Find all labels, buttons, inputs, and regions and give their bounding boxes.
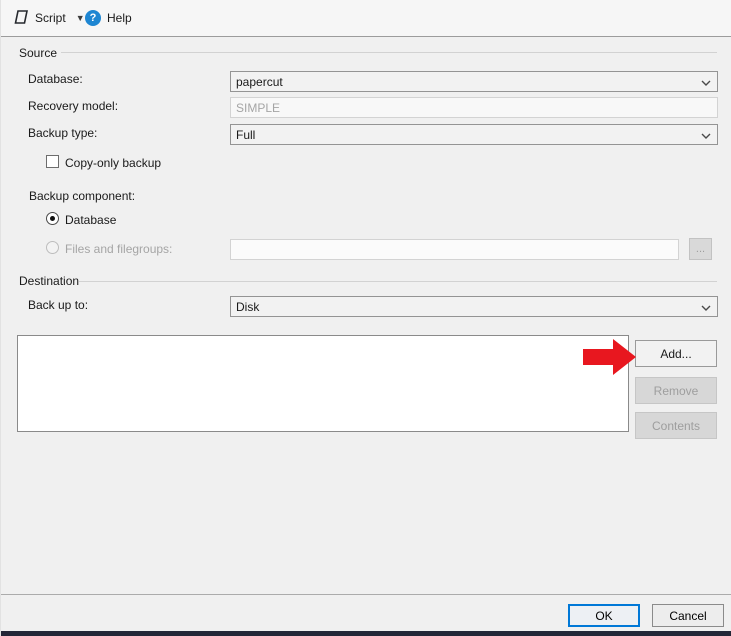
help-button[interactable]: ? Help — [81, 6, 136, 30]
help-icon: ? — [85, 10, 101, 26]
database-label: Database: — [28, 72, 83, 86]
cancel-button[interactable]: Cancel — [652, 604, 724, 627]
database-radio[interactable] — [46, 212, 59, 225]
footer-divider — [1, 594, 731, 595]
back-up-to-label: Back up to: — [28, 298, 89, 312]
backup-database-dialog: Script ▼ ? Help Source Database: papercu… — [0, 0, 731, 636]
recovery-model-value: SIMPLE — [236, 100, 281, 115]
database-combobox[interactable]: papercut — [230, 71, 718, 92]
backup-type-combobox-value: Full — [236, 127, 256, 142]
remove-button[interactable]: Remove — [635, 377, 717, 404]
recovery-model-field: SIMPLE — [230, 97, 718, 118]
database-radio-label: Database — [65, 213, 117, 227]
destination-group-line — [79, 281, 717, 282]
window-bottom-edge — [1, 631, 731, 636]
backup-type-label: Backup type: — [28, 126, 98, 140]
script-button-label: Script — [35, 11, 66, 25]
back-up-to-combobox[interactable]: Disk — [230, 296, 718, 317]
ok-button[interactable]: OK — [568, 604, 640, 627]
add-button[interactable]: Add... — [635, 340, 717, 367]
script-button[interactable]: Script ▼ — [9, 6, 89, 30]
recovery-model-label: Recovery model: — [28, 99, 119, 113]
radio-dot — [50, 216, 55, 221]
browse-button[interactable]: ... — [689, 238, 712, 260]
backup-type-combobox[interactable]: Full — [230, 124, 718, 145]
copy-only-backup-label: Copy-only backup — [65, 156, 162, 170]
toolbar: Script ▼ ? Help — [1, 0, 731, 37]
back-up-to-combobox-value: Disk — [236, 299, 260, 314]
backup-component-label: Backup component: — [29, 189, 136, 203]
database-combobox-value: papercut — [236, 74, 283, 89]
files-filegroups-radio-label: Files and filegroups: — [65, 242, 173, 256]
destination-list[interactable] — [17, 335, 629, 432]
chevron-down-icon — [701, 75, 711, 89]
script-icon — [13, 9, 29, 28]
copy-only-backup-checkbox[interactable] — [46, 155, 59, 168]
chevron-down-icon — [701, 300, 711, 314]
files-filegroups-radio[interactable] — [46, 241, 59, 254]
files-filegroups-field — [230, 239, 679, 260]
source-group-line — [61, 52, 717, 53]
red-pointer-arrow-icon — [583, 338, 637, 376]
source-group-label: Source — [19, 46, 58, 60]
help-button-label: Help — [107, 11, 132, 25]
destination-group-label: Destination — [19, 274, 80, 288]
chevron-down-icon — [701, 128, 711, 142]
contents-button[interactable]: Contents — [635, 412, 717, 439]
